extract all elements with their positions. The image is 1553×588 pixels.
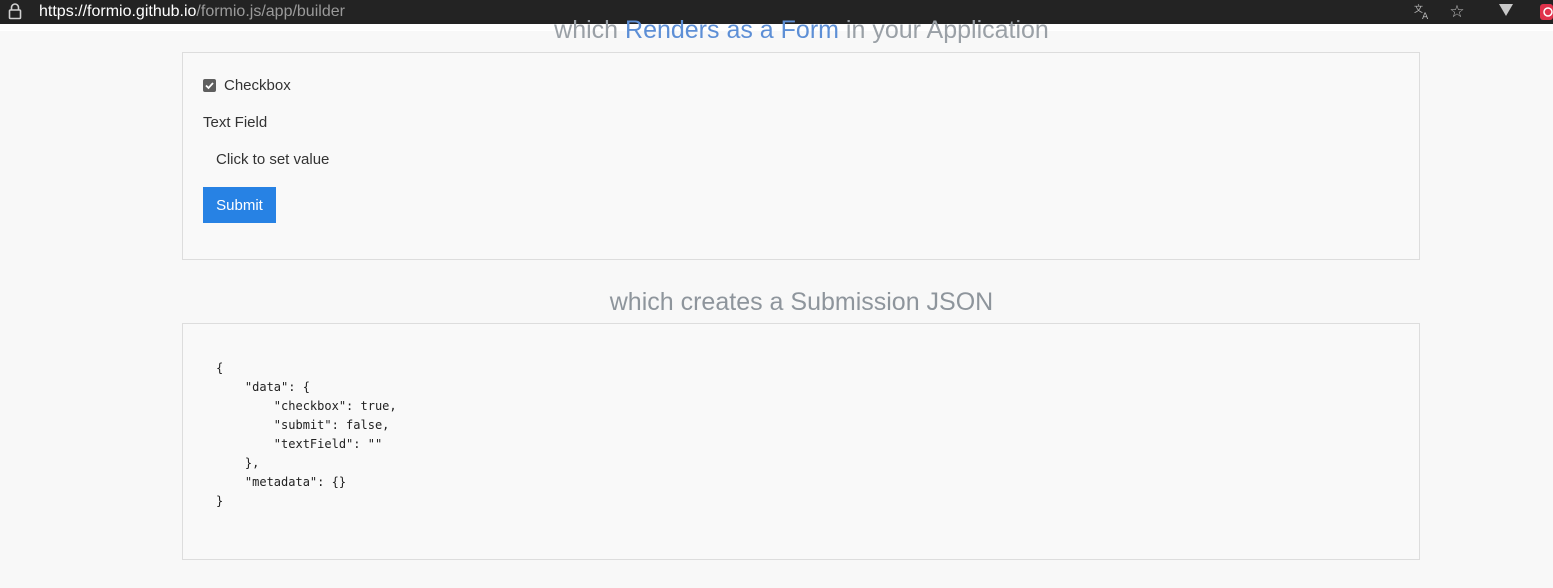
rendered-form-panel: Checkbox Text Field Click to set value S… [182,52,1420,260]
submission-json-code: { "data": { "checkbox": true, "submit": … [216,361,397,508]
heading-link[interactable]: Renders as a Form [625,16,839,44]
submit-button[interactable]: Submit [203,187,276,223]
heading-prefix: which [554,16,626,44]
text-field-input[interactable]: Click to set value [203,145,503,175]
checkbox-input[interactable] [203,79,216,92]
submission-json-panel: { "data": { "checkbox": true, "submit": … [182,323,1420,560]
checkbox-row[interactable]: Checkbox [203,77,291,94]
checkbox-label[interactable]: Checkbox [224,77,291,94]
text-field-label: Text Field [203,114,268,131]
submission-json-heading: which creates a Submission JSON [609,288,994,316]
heading-suffix: in your Application [838,16,1049,44]
form-render-heading: which Renders as a Form in your Applicat… [0,14,1553,46]
